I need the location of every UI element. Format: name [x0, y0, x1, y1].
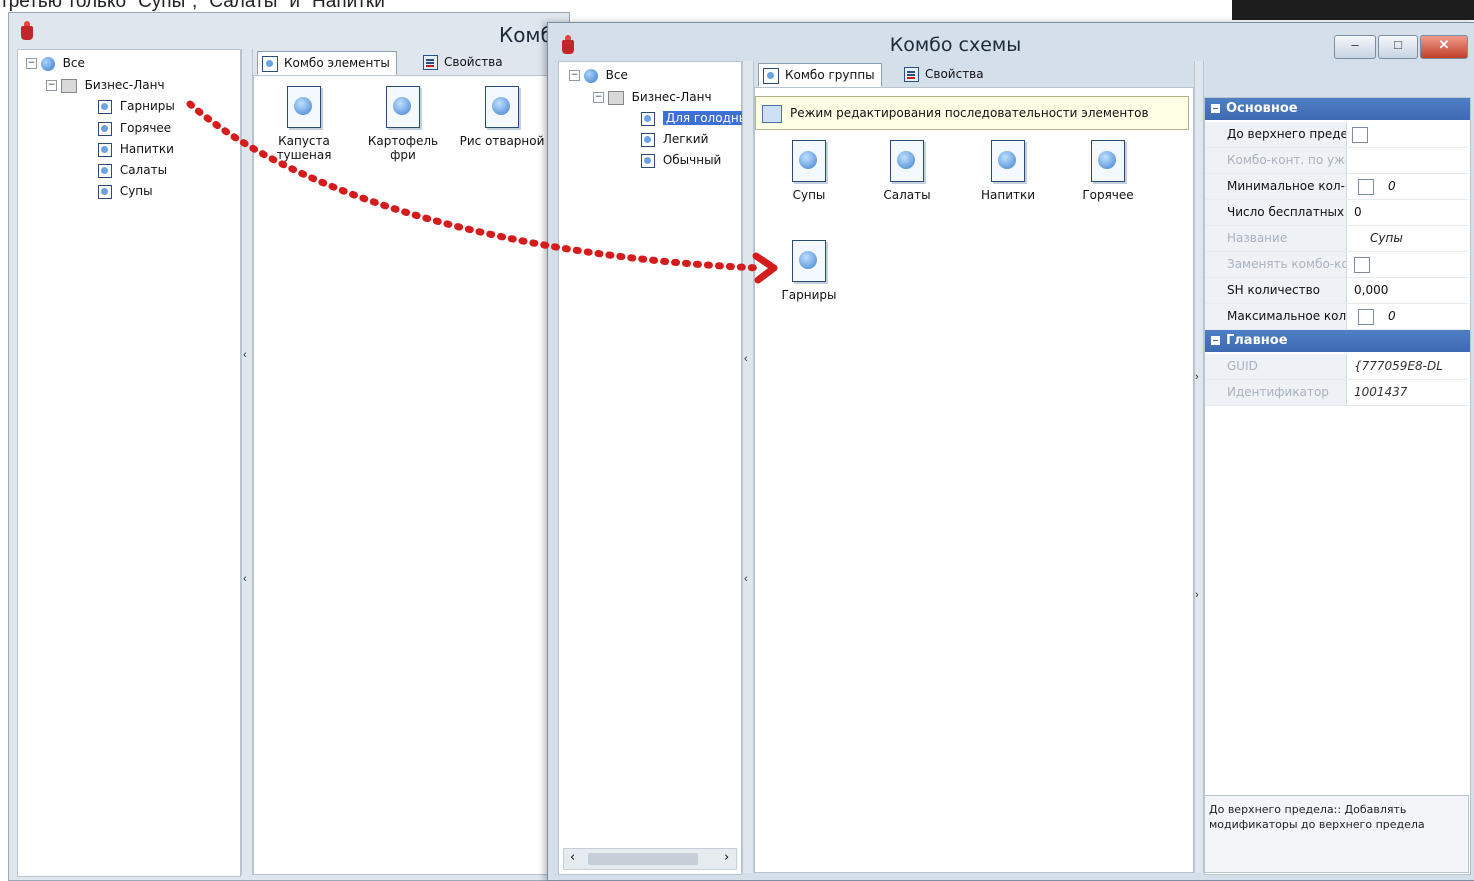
- arrow-head-icon: [752, 252, 778, 284]
- drag-arrow-overlay: [186, 100, 778, 284]
- drag-path: [186, 100, 764, 272]
